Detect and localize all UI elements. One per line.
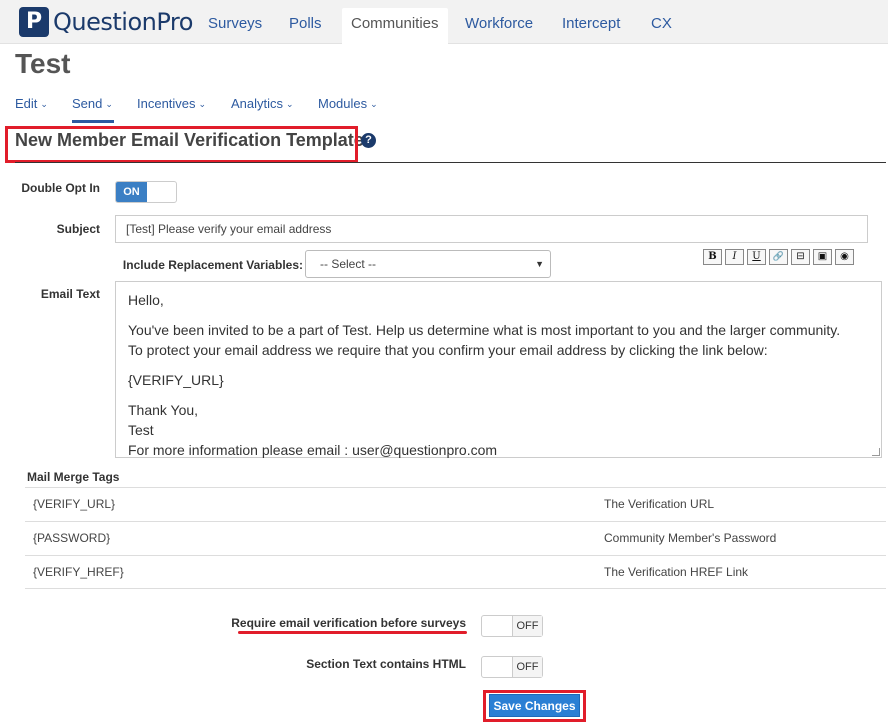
email-signoff: Thank You, xyxy=(128,402,199,418)
italic-icon[interactable]: I xyxy=(725,249,744,265)
chevron-down-icon: ⌄ xyxy=(198,99,207,109)
chevron-down-icon: ⌄ xyxy=(286,99,294,109)
table-row: {VERIFY_HREF} The Verification HREF Link xyxy=(25,555,886,589)
subnav-incentives[interactable]: Incentives ⌄ xyxy=(137,96,206,111)
merge-tag: {PASSWORD} xyxy=(33,531,111,545)
subnav-edit-label: Edit xyxy=(15,96,38,111)
save-changes-button[interactable]: Save Changes xyxy=(489,694,580,717)
tab-polls[interactable]: Polls xyxy=(280,8,331,44)
subnav-analytics[interactable]: Analytics ⌄ xyxy=(231,96,294,111)
bold-icon[interactable]: B xyxy=(703,249,722,265)
logo-mark: P xyxy=(19,6,49,37)
mail-merge-tags-table: {VERIFY_URL} The Verification URL {PASSW… xyxy=(25,487,886,589)
page-title: Test xyxy=(15,48,71,79)
help-icon[interactable]: ? xyxy=(361,133,376,148)
replacement-variables-label: Include Replacement Variables: xyxy=(122,258,303,272)
tab-intercept[interactable]: Intercept xyxy=(553,8,629,44)
email-greeting: Hello, xyxy=(128,292,164,308)
section-html-toggle[interactable]: OFF xyxy=(481,656,543,678)
require-verification-label: Require email verification before survey… xyxy=(231,616,466,630)
underline-icon[interactable]: U xyxy=(747,249,766,265)
tab-workforce[interactable]: Workforce xyxy=(456,8,542,44)
chevron-down-icon: ⌄ xyxy=(105,99,113,109)
merge-tag-description: The Verification URL xyxy=(604,497,715,511)
tab-surveys[interactable]: Surveys xyxy=(199,8,271,44)
subnav-modules-label: Modules xyxy=(318,96,368,111)
section-html-label: Section Text contains HTML xyxy=(306,657,466,671)
link-icon[interactable]: 🔗 xyxy=(769,249,788,265)
questionpro-logo[interactable]: P QuestionPro xyxy=(19,6,193,37)
toggle-on-state: ON xyxy=(116,182,147,202)
mail-merge-tags-title: Mail Merge Tags xyxy=(27,470,120,484)
merge-tag-description: The Verification HREF Link xyxy=(604,565,749,579)
image-icon[interactable]: ▣ xyxy=(813,249,832,265)
subnav-send-label: Send xyxy=(72,96,103,111)
heading-highlight-box xyxy=(5,126,358,163)
resize-handle[interactable] xyxy=(872,448,880,456)
subnav-active-indicator xyxy=(72,120,114,123)
subnav-send[interactable]: Send ⌄ xyxy=(72,96,113,111)
email-body-line-1: You've been invited to be a part of Test… xyxy=(128,322,841,338)
toggle-off-state: OFF xyxy=(512,657,542,677)
tab-cx[interactable]: CX xyxy=(642,8,681,44)
tab-communities[interactable]: Communities xyxy=(342,8,448,45)
subject-input[interactable]: [Test] Please verify your email address xyxy=(115,215,868,243)
replacement-variables-select[interactable]: -- Select -- ▼ xyxy=(305,250,551,278)
merge-tag: {VERIFY_URL} xyxy=(33,497,116,511)
subnav-incentives-label: Incentives xyxy=(137,96,196,111)
table-row: {PASSWORD} Community Member's Password xyxy=(25,521,886,555)
subnav-edit[interactable]: Edit ⌄ xyxy=(15,96,48,111)
require-verification-toggle[interactable]: OFF xyxy=(481,615,543,637)
formatting-toolbar: B I U 🔗 ⊟ ▣ ◉ xyxy=(703,249,857,265)
subject-label: Subject xyxy=(56,222,100,236)
email-text-editor[interactable]: Hello, You've been invited to be a part … xyxy=(115,281,882,458)
chevron-down-icon: ⌄ xyxy=(40,99,48,109)
email-info-line: For more information please email : user… xyxy=(128,442,498,458)
email-body-line-2: To protect your email address we require… xyxy=(128,342,768,358)
email-verify-url-tag: {VERIFY_URL} xyxy=(128,372,224,388)
email-text-label: Email Text xyxy=(40,287,100,301)
toggle-off-state: OFF xyxy=(512,616,542,636)
double-opt-in-toggle[interactable]: ON xyxy=(115,181,177,203)
subnav-modules[interactable]: Modules ⌄ xyxy=(318,96,378,111)
chevron-down-icon: ⌄ xyxy=(370,99,378,109)
merge-tag-description: Community Member's Password xyxy=(604,531,777,545)
double-opt-in-label: Double Opt In xyxy=(21,181,100,195)
logo-letter: P xyxy=(26,8,43,34)
align-center-icon[interactable]: ⊟ xyxy=(791,249,810,265)
email-signature: Test xyxy=(128,422,154,438)
subnav-analytics-label: Analytics xyxy=(231,96,284,111)
merge-tag: {VERIFY_HREF} xyxy=(33,565,124,579)
highlight-underline xyxy=(238,631,467,634)
preview-eye-icon[interactable]: ◉ xyxy=(835,249,854,265)
top-nav-bar: P QuestionPro Surveys Polls Communities … xyxy=(0,0,888,45)
select-value: -- Select -- xyxy=(320,257,377,271)
caret-down-icon: ▼ xyxy=(535,259,544,269)
logo-text: QuestionPro xyxy=(53,7,193,36)
table-row: {VERIFY_URL} The Verification URL xyxy=(25,487,886,521)
heading-divider xyxy=(15,162,886,163)
